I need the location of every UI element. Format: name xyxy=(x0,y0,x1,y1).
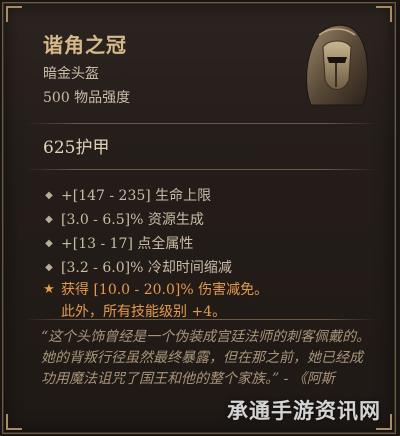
affix-line: ◆ [3.0 - 6.5]% 资源生成 xyxy=(43,209,204,229)
unique-power-text: 此外，所有技能级别 +4。 xyxy=(61,304,227,320)
frame-corner xyxy=(6,6,22,22)
item-type: 暗金头盔 xyxy=(43,66,99,82)
affix-line: ◆ +[13 - 17] 点全属性 xyxy=(43,233,193,253)
section-divider xyxy=(25,169,377,170)
item-name: 谐角之冠 xyxy=(43,33,127,57)
diamond-bullet-icon: ◆ xyxy=(45,189,53,201)
affix-line: ◆ [3.2 - 6.0]% 冷却时间缩减 xyxy=(43,257,232,277)
diamond-bullet-icon: ◆ xyxy=(45,261,53,273)
frame-corner xyxy=(376,6,392,22)
frame-corner xyxy=(6,414,22,430)
unique-power-text: 获得 [10.0 - 20.0]% 伤害减免。 xyxy=(61,282,269,298)
affix-text: +[147 - 235] 生命上限 xyxy=(61,188,212,204)
star-icon: ★ xyxy=(43,281,55,297)
item-tooltip: 谐角之冠 暗金头盔 500 物品强度 625护甲 ◆ +[147 - 235] … xyxy=(2,2,396,434)
unique-power-line: ★ 获得 [10.0 - 20.0]% 伤害减免。 xyxy=(43,279,268,299)
helmet-icon xyxy=(306,24,369,106)
affix-text: +[13 - 17] 点全属性 xyxy=(61,236,194,252)
diamond-bullet-icon: ◆ xyxy=(45,237,53,249)
affix-line: ◆ +[147 - 235] 生命上限 xyxy=(43,185,211,205)
armor-value: 625护甲 xyxy=(43,138,110,158)
diamond-bullet-icon: ◆ xyxy=(45,213,53,225)
affix-text: [3.2 - 6.0]% 冷却时间缩减 xyxy=(61,260,232,276)
section-divider xyxy=(25,123,377,124)
flavor-text: “这个头饰曾经是一个伪装成宫廷法师的刺客佩戴的。她的背叛行径虽然最终暴露，但在那… xyxy=(41,329,371,387)
item-power: 500 物品强度 xyxy=(43,90,131,106)
affix-text: [3.0 - 6.5]% 资源生成 xyxy=(61,212,204,228)
section-divider xyxy=(25,319,377,320)
watermark: 承通手游资讯网 xyxy=(227,399,381,423)
